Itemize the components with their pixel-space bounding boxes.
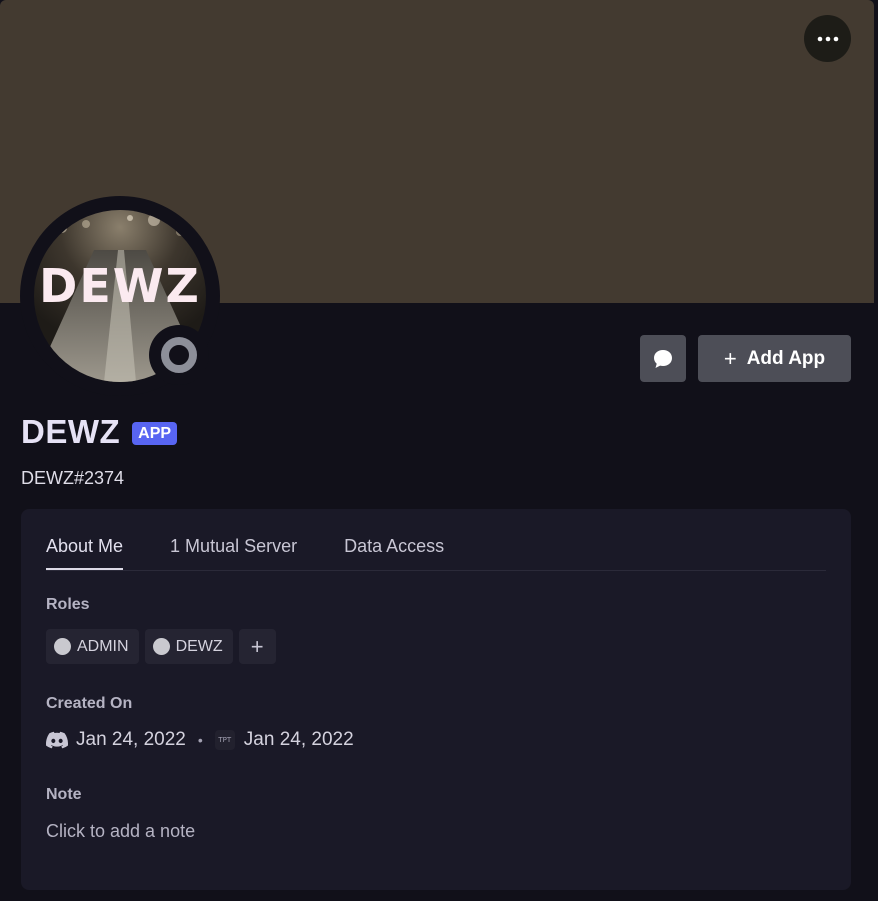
tab-about-me[interactable]: About Me: [46, 509, 124, 570]
roles-list: ADMIN DEWZ +: [46, 629, 276, 664]
server-icon: TPT: [214, 730, 235, 750]
avatar-container: DEWZ: [20, 196, 220, 396]
avatar-lettering: DEWZ: [39, 259, 201, 313]
role-color-dot: [152, 638, 170, 655]
note-label: Note: [46, 786, 82, 803]
role-chip-admin[interactable]: ADMIN: [46, 629, 139, 664]
user-tag: DEWZ#2374: [21, 468, 125, 488]
app-badge: APP: [132, 421, 178, 445]
offline-status-icon: [161, 337, 197, 373]
role-name: ADMIN: [77, 637, 129, 655]
more-options-button[interactable]: [804, 15, 851, 62]
created-on-row: Jan 24, 2022 • TPT Jan 24, 2022: [46, 729, 354, 751]
message-button[interactable]: [640, 335, 686, 382]
role-name: DEWZ: [175, 637, 223, 655]
add-app-label: Add App: [746, 347, 826, 369]
name-row: DEWZ APP: [21, 413, 178, 451]
tab-mutual-servers[interactable]: 1 Mutual Server: [170, 509, 297, 570]
status-indicator: [149, 325, 209, 385]
note-input[interactable]: Click to add a note: [46, 821, 195, 842]
add-app-button[interactable]: + Add App: [698, 335, 851, 382]
chat-bubble-icon: [654, 349, 672, 368]
more-horizontal-icon: [817, 36, 838, 41]
plus-icon: +: [250, 633, 264, 659]
plus-icon: +: [723, 345, 737, 371]
separator-dot: •: [197, 732, 203, 748]
profile-tabs: About Me 1 Mutual Server Data Access: [46, 509, 826, 571]
display-name: DEWZ: [21, 413, 121, 450]
created-on-discord-date: Jan 24, 2022: [76, 729, 186, 750]
tab-data-access[interactable]: Data Access: [344, 509, 444, 570]
roles-label: Roles: [46, 596, 90, 613]
role-color-dot: [54, 638, 71, 655]
created-on-server-date: Jan 24, 2022: [243, 729, 354, 750]
role-chip-dewz[interactable]: DEWZ: [144, 629, 233, 664]
created-on-label: Created On: [46, 695, 133, 712]
discord-icon: [46, 731, 68, 749]
profile-card: About Me 1 Mutual Server Data Access Rol…: [21, 509, 851, 890]
add-role-button[interactable]: +: [238, 629, 276, 664]
